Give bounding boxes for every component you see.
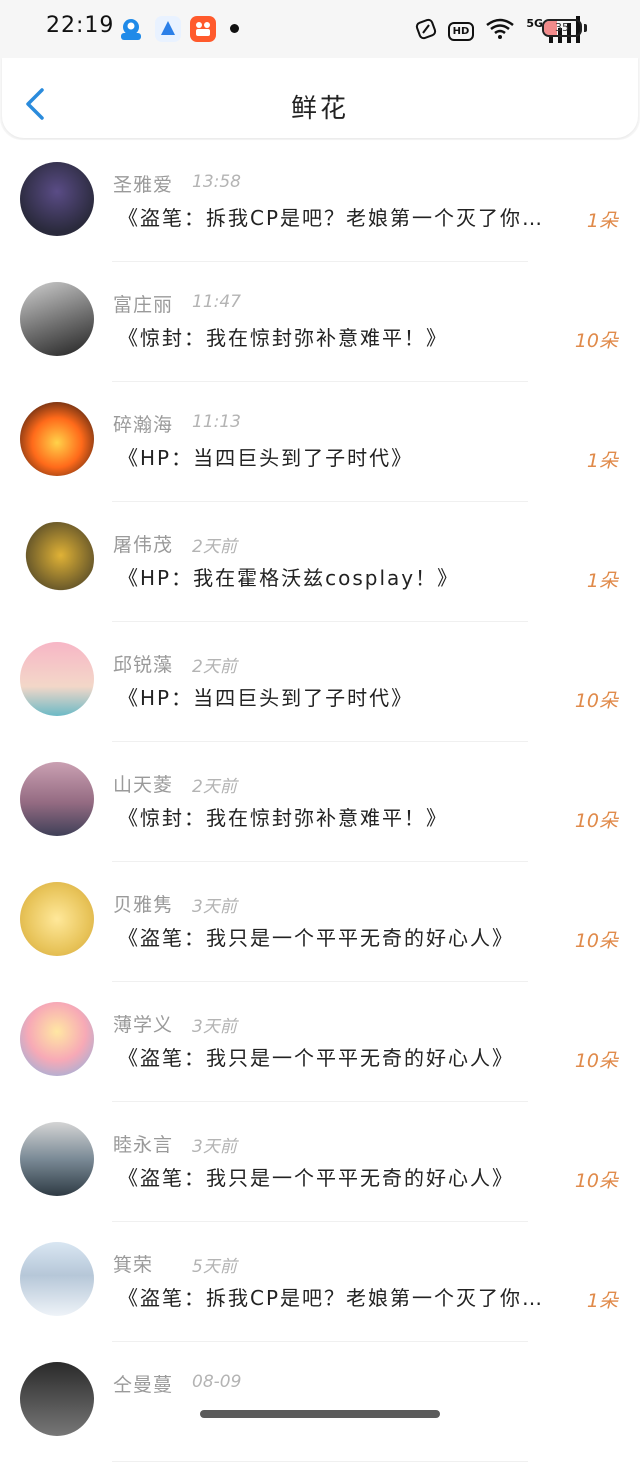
- sender-name: 山天菱: [113, 774, 174, 796]
- list-item[interactable]: 富庄丽 11:47 《惊封：我在惊封弥补意难平！》 10朵: [0, 262, 640, 382]
- sent-time: 2天前: [192, 777, 237, 797]
- flower-count: 10朵: [574, 1170, 618, 1192]
- flower-count: 10朵: [574, 1050, 618, 1072]
- message-text: 《盗笔：我只是一个平平无奇的好心人》: [118, 926, 514, 950]
- message-text: 《惊封：我在惊封弥补意难平！》: [118, 806, 448, 830]
- list-item[interactable]: 屠伟茂 2天前 《HP：我在霍格沃兹cosplay！》 1朵: [0, 502, 640, 622]
- sent-time: 5天前: [192, 1257, 237, 1277]
- sent-time: 08-09: [192, 1372, 242, 1392]
- sent-time: 3天前: [192, 1137, 237, 1157]
- sender-name: 贝雅隽: [113, 894, 174, 916]
- flower-count: 10朵: [574, 330, 618, 352]
- wifi-icon: [485, 18, 515, 44]
- list-item[interactable]: 箕荣 5天前 《盗笔：拆我CP是吧？老娘第一个灭了你… 1朵: [0, 1222, 640, 1342]
- avatar[interactable]: [20, 282, 94, 356]
- sent-time: 11:13: [192, 412, 241, 432]
- list-item[interactable]: 邱锐藻 2天前 《HP：当四巨头到了子时代》 10朵: [0, 622, 640, 742]
- message-text: 《盗笔：拆我CP是吧？老娘第一个灭了你…: [118, 206, 545, 230]
- list-item[interactable]: 碎瀚海 11:13 《HP：当四巨头到了子时代》 1朵: [0, 382, 640, 502]
- avatar[interactable]: [20, 882, 94, 956]
- message-text: 《盗笔：我只是一个平平无奇的好心人》: [118, 1166, 514, 1190]
- avatar[interactable]: [20, 522, 94, 596]
- app-blue-icon: [155, 16, 181, 42]
- sender-name: 屠伟茂: [113, 534, 174, 556]
- nfc-icon: [415, 18, 437, 44]
- avatar[interactable]: [20, 1122, 94, 1196]
- sender-name: 富庄丽: [113, 294, 174, 316]
- sent-time: 11:47: [192, 292, 241, 312]
- page-title: 鲜花: [290, 94, 349, 124]
- sent-time: 3天前: [192, 897, 237, 917]
- sender-name: 碎瀚海: [113, 414, 174, 436]
- avatar[interactable]: [20, 1002, 94, 1076]
- message-text: 《惊封：我在惊封弥补意难平！》: [118, 326, 448, 350]
- avatar[interactable]: [20, 402, 94, 476]
- flower-count: 1朵: [586, 210, 618, 232]
- sender-name: 邱锐藻: [113, 654, 174, 676]
- hd-icon: HD: [447, 21, 475, 41]
- dot-icon: [230, 24, 239, 33]
- sender-name: 箕荣: [113, 1254, 154, 1276]
- message-text: 《盗笔：拆我CP是吧？老娘第一个灭了你…: [118, 1286, 545, 1310]
- status-bar: 22:19 HD 5G 35: [0, 0, 640, 58]
- sent-time: 2天前: [192, 537, 237, 557]
- app-orange-icon: [190, 16, 216, 42]
- sender-name: 仝曼蔓: [113, 1374, 174, 1396]
- message-text: 《HP：当四巨头到了子时代》: [118, 686, 414, 710]
- list-item[interactable]: 仝曼蔓 08-09: [0, 1342, 640, 1462]
- message-text: 《HP：当四巨头到了子时代》: [118, 446, 414, 470]
- list-item[interactable]: 睦永言 3天前 《盗笔：我只是一个平平无奇的好心人》 10朵: [0, 1102, 640, 1222]
- battery-icon: 35: [542, 19, 582, 37]
- home-indicator[interactable]: [200, 1410, 440, 1418]
- flower-count: 10朵: [574, 690, 618, 712]
- message-text: 《盗笔：我只是一个平平无奇的好心人》: [118, 1046, 514, 1070]
- flower-count: 1朵: [586, 1290, 618, 1312]
- flower-count: 1朵: [586, 450, 618, 472]
- list-item[interactable]: 圣雅爱 13:58 《盗笔：拆我CP是吧？老娘第一个灭了你… 1朵: [0, 142, 640, 262]
- message-text: 《HP：我在霍格沃兹cosplay！》: [118, 566, 460, 590]
- battery-text: 35: [555, 21, 569, 34]
- avatar[interactable]: [20, 1362, 94, 1436]
- sender-name: 薄学义: [113, 1014, 174, 1036]
- avatar[interactable]: [20, 762, 94, 836]
- list-item[interactable]: 薄学义 3天前 《盗笔：我只是一个平平无奇的好心人》 10朵: [0, 982, 640, 1102]
- battery-tip: [584, 24, 587, 32]
- status-time: 22:19: [46, 13, 115, 38]
- flower-count: 10朵: [574, 810, 618, 832]
- list-item[interactable]: 贝雅隽 3天前 《盗笔：我只是一个平平无奇的好心人》 10朵: [0, 862, 640, 982]
- sent-time: 13:58: [192, 172, 241, 192]
- flower-count: 10朵: [574, 930, 618, 952]
- sent-time: 3天前: [192, 1017, 237, 1037]
- avatar[interactable]: [20, 1242, 94, 1316]
- app-qq-icon: [118, 16, 144, 42]
- flower-count: 1朵: [586, 570, 618, 592]
- avatar[interactable]: [20, 162, 94, 236]
- network-type: 5G: [526, 16, 543, 30]
- list-item[interactable]: 山天菱 2天前 《惊封：我在惊封弥补意难平！》 10朵: [0, 742, 640, 862]
- sent-time: 2天前: [192, 657, 237, 677]
- avatar[interactable]: [20, 642, 94, 716]
- flower-list: 圣雅爱 13:58 《盗笔：拆我CP是吧？老娘第一个灭了你… 1朵 富庄丽 11…: [0, 142, 640, 1462]
- sender-name: 睦永言: [113, 1134, 174, 1156]
- sender-name: 圣雅爱: [113, 174, 174, 196]
